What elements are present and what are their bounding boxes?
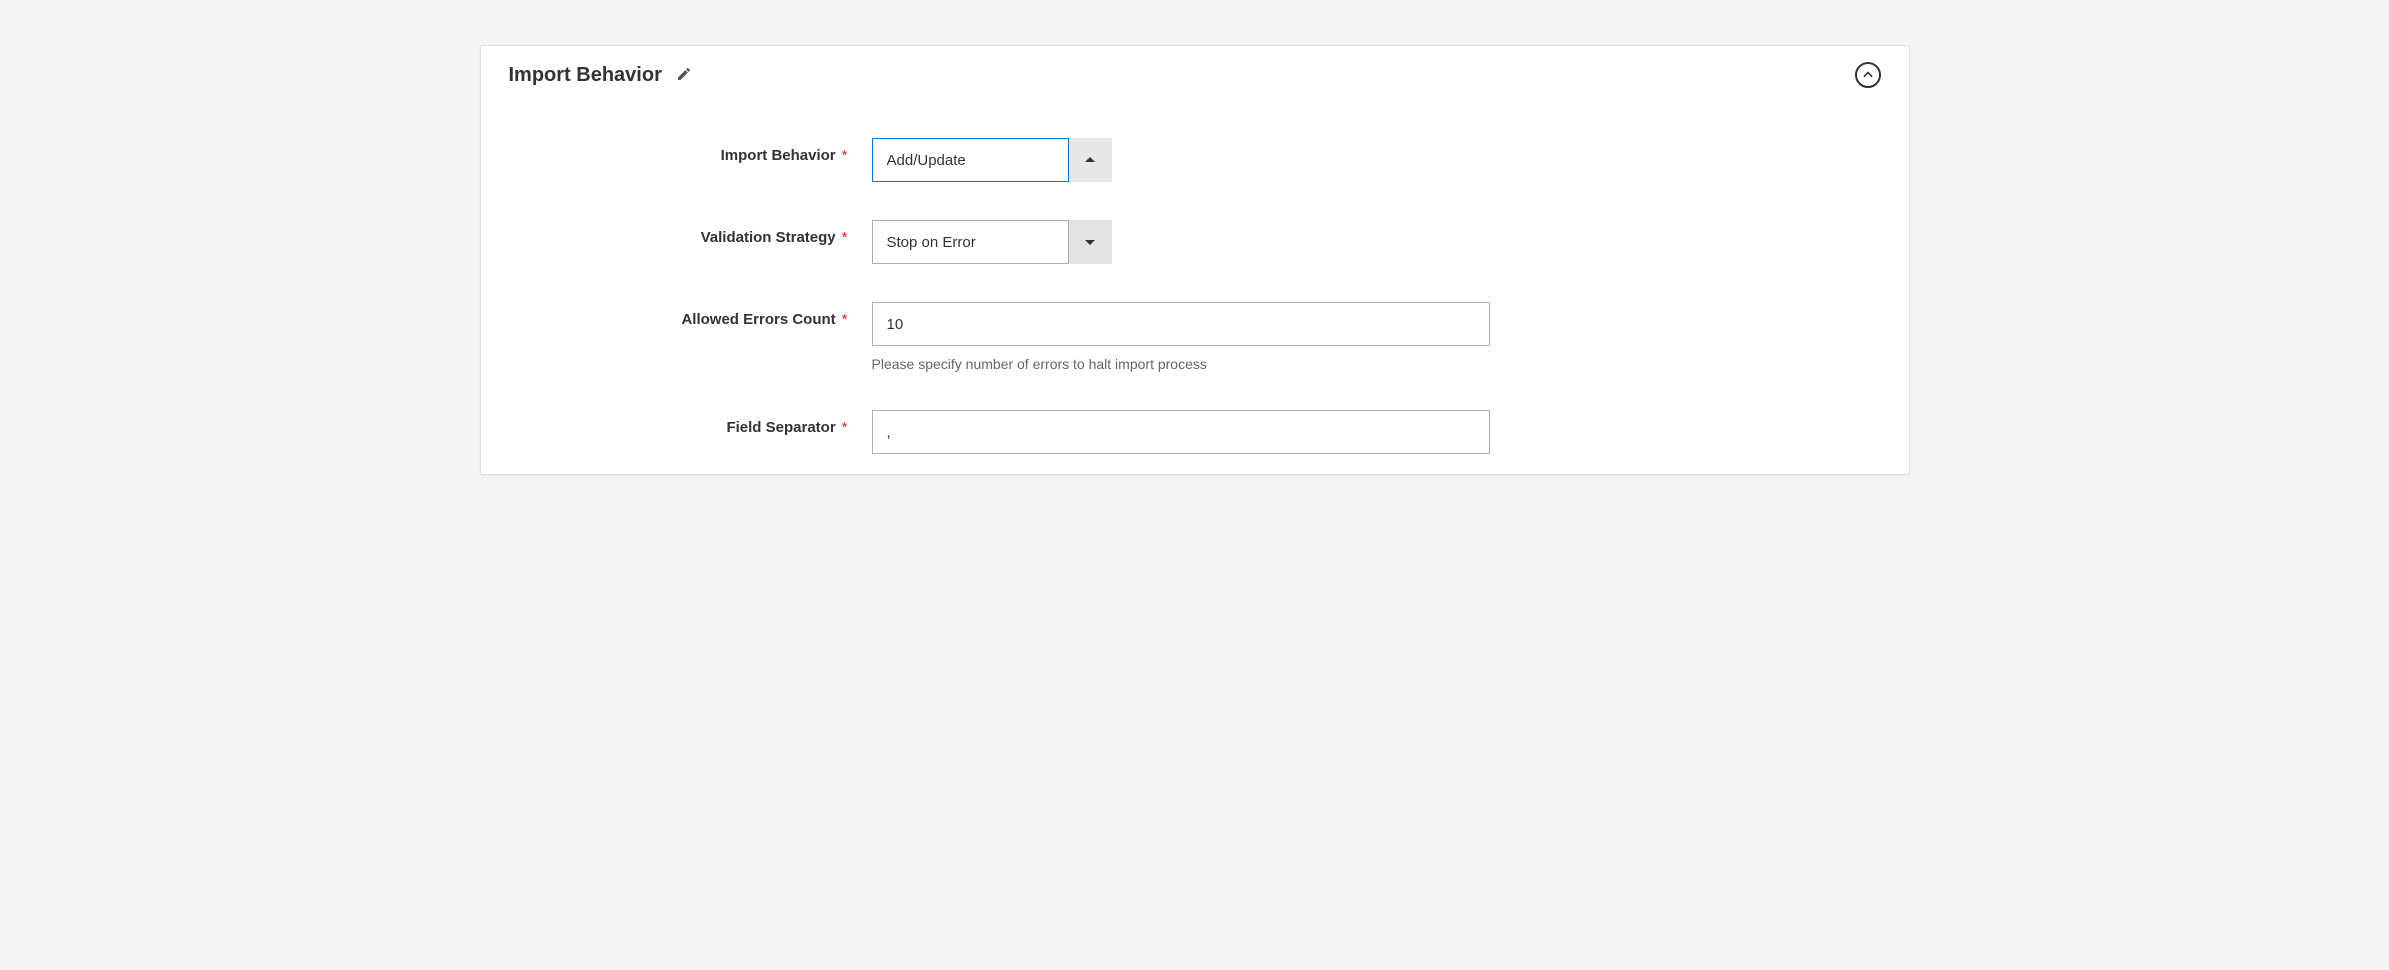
control-field-separator: [854, 410, 1881, 454]
label-validation-strategy: Validation Strategy *: [509, 220, 854, 246]
label-import-behavior: Import Behavior *: [509, 138, 854, 164]
row-import-behavior: Import Behavior * Add/Update: [509, 138, 1881, 182]
label-allowed-errors-count: Allowed Errors Count *: [509, 302, 854, 328]
label-text: Validation Strategy: [701, 229, 836, 246]
field-separator-input[interactable]: [872, 410, 1490, 454]
panel-header: Import Behavior: [481, 46, 1909, 98]
label-text: Field Separator: [726, 419, 835, 436]
required-mark: *: [842, 419, 848, 436]
required-mark: *: [842, 147, 848, 164]
collapse-toggle[interactable]: [1855, 62, 1881, 88]
label-field-separator: Field Separator *: [509, 410, 854, 436]
row-field-separator: Field Separator *: [509, 410, 1881, 454]
label-text: Allowed Errors Count: [681, 311, 835, 328]
required-mark: *: [842, 311, 848, 328]
row-validation-strategy: Validation Strategy * Stop on Error: [509, 220, 1881, 264]
allowed-errors-count-input[interactable]: [872, 302, 1490, 346]
row-allowed-errors-count: Allowed Errors Count * Please specify num…: [509, 302, 1881, 372]
validation-strategy-select-wrap: Stop on Error: [872, 220, 1112, 264]
control-validation-strategy: Stop on Error: [854, 220, 1881, 264]
required-mark: *: [842, 229, 848, 246]
panel-body: Import Behavior * Add/Update Validation S…: [481, 98, 1909, 474]
control-import-behavior: Add/Update: [854, 138, 1881, 182]
validation-strategy-select[interactable]: Stop on Error: [872, 220, 1112, 264]
control-allowed-errors-count: Please specify number of errors to halt …: [854, 302, 1881, 372]
label-text: Import Behavior: [721, 147, 836, 164]
import-behavior-select[interactable]: Add/Update: [872, 138, 1112, 182]
edit-icon[interactable]: [676, 66, 692, 85]
allowed-errors-count-hint: Please specify number of errors to halt …: [872, 356, 1881, 372]
import-behavior-select-wrap: Add/Update: [872, 138, 1112, 182]
panel-title-wrap: Import Behavior: [509, 64, 692, 87]
import-behavior-panel: Import Behavior Import Behavior * Add/Upd…: [480, 45, 1910, 475]
panel-title: Import Behavior: [509, 64, 662, 87]
